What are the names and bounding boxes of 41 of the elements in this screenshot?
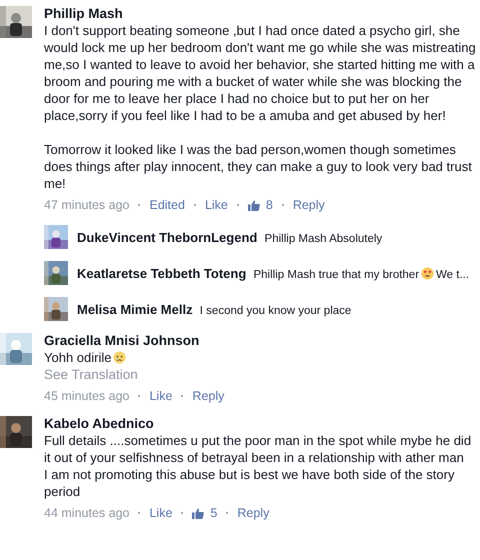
- heart-eyes-face-icon: [421, 266, 434, 280]
- author-name[interactable]: Phillip Mash: [44, 6, 476, 22]
- separator-dot: [194, 204, 196, 206]
- timestamp: 45 minutes ago: [44, 388, 130, 404]
- comment-text: We t...: [436, 268, 470, 280]
- edited-link[interactable]: Edited: [149, 197, 185, 213]
- timestamp: 44 minutes ago: [44, 505, 130, 521]
- crying-face-icon: [113, 351, 126, 364]
- comment-text: Yohh odirile: [44, 350, 112, 365]
- author-name[interactable]: Keatlaretse Tebbeth Toteng: [77, 266, 246, 280]
- comment-text: Tomorrow it looked like I was the bad person,women though sometimes does things after play innocent, they can make a guy to look very bad trust me!: [44, 142, 472, 191]
- separator-dot: [181, 395, 184, 397]
- author-name[interactable]: Graciella Mnisi Johnson: [44, 333, 476, 349]
- timestamp: 47 minutes ago: [44, 197, 130, 213]
- author-name[interactable]: Kabelo Abednico: [44, 416, 476, 432]
- separator-dot: [138, 204, 140, 206]
- comment-text: I second you know your place: [200, 304, 352, 316]
- reply-link[interactable]: Reply: [192, 388, 224, 404]
- like-link[interactable]: Like: [149, 505, 172, 521]
- comment-text: I am not promoting this abuse but is best we have both side of the story period: [44, 467, 454, 499]
- author-name[interactable]: DukeVincent ThebornLegend: [77, 230, 258, 244]
- separator-dot: [138, 395, 140, 397]
- separator-dot: [282, 204, 284, 206]
- like-link[interactable]: Like: [204, 197, 228, 213]
- separator-dot: [236, 204, 239, 206]
- separator-dot: [138, 512, 140, 514]
- comment-text: Phillip Mash true that my brother: [253, 268, 420, 280]
- comment-text: Full details ....sometimes u put the poor man in the spot while mybe he did it out of your selfishness of betrayal been in a relationship with ather man: [44, 433, 472, 465]
- like-count: 8: [266, 197, 273, 213]
- thumbs-up-icon: [192, 508, 204, 518]
- see-translation-link[interactable]: See Translation: [44, 366, 476, 383]
- like-count: 5: [210, 505, 218, 521]
- comment-text: I don't support beating someone ,but I had once dated a psycho girl, she would lock me up her bedroom don't want me go while she was mistreating me,so I wanted to leave to avoid her behavior, she started hitting me with a broom and pouring me with a bucket of water while she was blocking the door for me to leave her place I had no choice but to put her on her place,sorry if you feel like I had to be a amuba and get abused by her!: [44, 23, 476, 123]
- separator-dot: [181, 512, 184, 514]
- separator-dot: [226, 512, 228, 514]
- thumbs-up-icon: [248, 200, 260, 210]
- reply-link[interactable]: Reply: [237, 505, 270, 521]
- comment-text: Phillip Mash Absolutely: [264, 232, 382, 244]
- reply-link[interactable]: Reply: [292, 197, 325, 213]
- author-name[interactable]: Melisa Mimie Mellz: [77, 302, 193, 316]
- like-link[interactable]: Like: [149, 388, 172, 404]
